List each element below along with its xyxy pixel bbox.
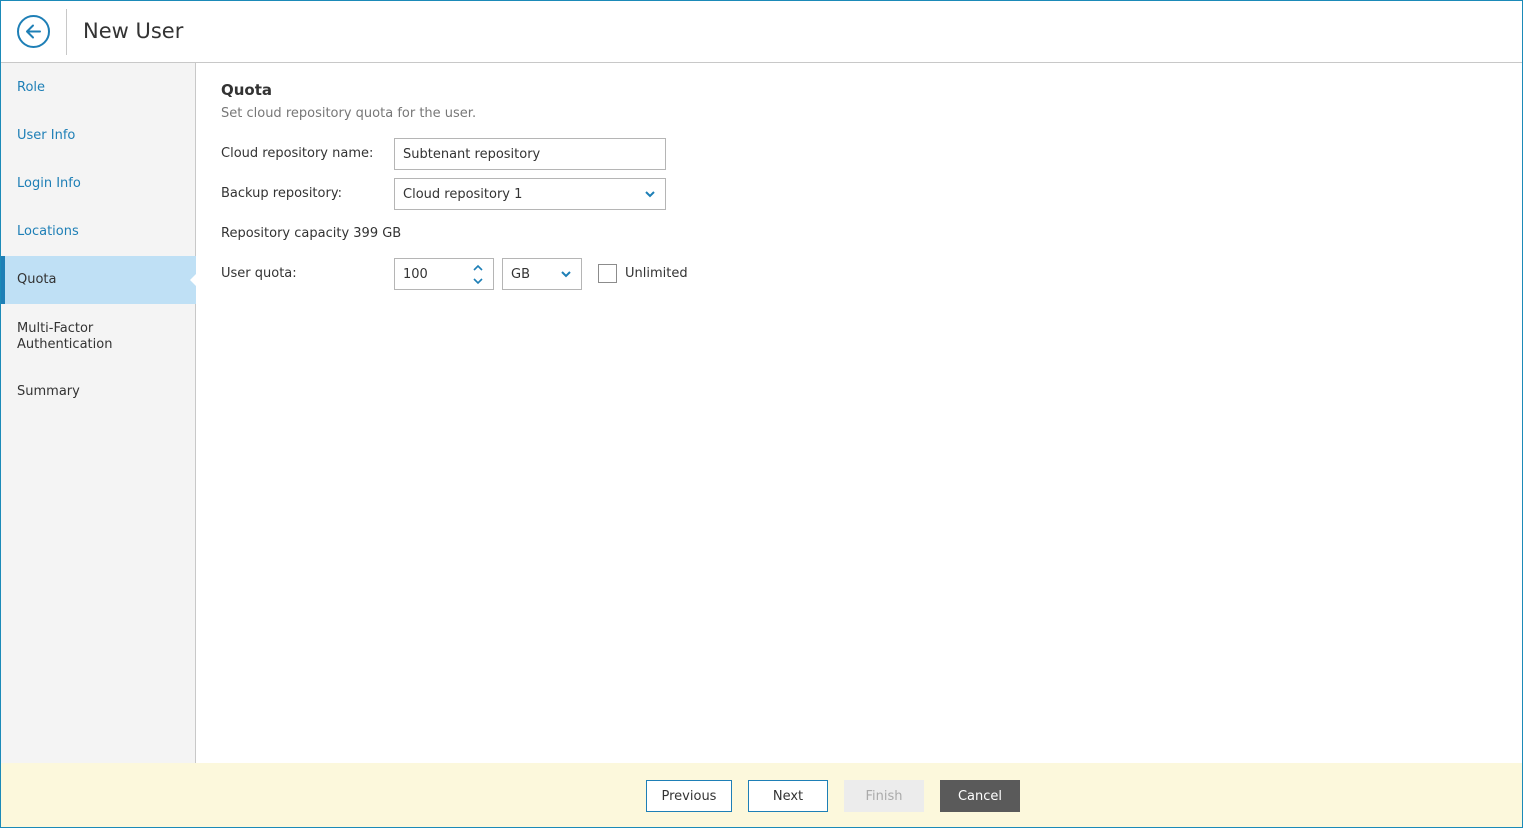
backup-repo-value: Cloud repository 1 — [403, 186, 523, 202]
backup-repo-label: Backup repository: — [221, 186, 342, 201]
finish-button[interactable]: Finish — [844, 780, 924, 812]
wizard-window: New User Role User Info Login Info Locat… — [0, 0, 1523, 828]
wizard-steps-sidebar: Role User Info Login Info Locations Quot… — [1, 63, 197, 763]
stepper-down-button[interactable] — [472, 275, 486, 288]
section-title: Quota — [221, 81, 273, 99]
sidebar-item-label: Login Info — [17, 176, 81, 191]
next-button[interactable]: Next — [748, 780, 828, 812]
quota-unit-select[interactable]: GB — [502, 258, 582, 290]
repository-capacity-text: Repository capacity 399 GB — [221, 226, 402, 241]
sidebar-item-label: Multi-Factor Authentication — [17, 321, 113, 352]
backup-repo-select[interactable]: Cloud repository 1 — [394, 178, 666, 210]
sidebar-item-user-info[interactable]: User Info — [1, 112, 196, 160]
quota-unit-value: GB — [511, 266, 530, 282]
sidebar-item-label: User Info — [17, 128, 76, 143]
header-divider — [66, 9, 67, 55]
cloud-repo-name-input[interactable]: Subtenant repository — [394, 138, 666, 170]
arrow-left-icon — [26, 24, 41, 39]
sidebar-item-multi-factor-authentication[interactable]: Multi-Factor Authentication — [1, 312, 196, 362]
sidebar-item-label: Summary — [17, 384, 80, 399]
chevron-up-icon — [473, 264, 483, 271]
chevron-down-icon — [561, 271, 571, 278]
user-quota-value: 100 — [403, 266, 428, 282]
back-button[interactable] — [17, 15, 50, 48]
sidebar-item-label: Locations — [17, 224, 79, 239]
wizard-header: New User — [1, 1, 1522, 63]
unlimited-checkbox[interactable] — [598, 264, 617, 283]
sidebar-item-quota[interactable]: Quota — [1, 256, 197, 304]
sidebar-item-role[interactable]: Role — [1, 64, 196, 112]
cancel-button[interactable]: Cancel — [940, 780, 1020, 812]
sidebar-item-locations[interactable]: Locations — [1, 208, 196, 256]
chevron-down-icon — [645, 191, 655, 198]
cloud-repo-name-label: Cloud repository name: — [221, 146, 374, 161]
cloud-repo-name-value: Subtenant repository — [403, 146, 541, 162]
user-quota-label: User quota: — [221, 266, 297, 281]
previous-button[interactable]: Previous — [646, 780, 732, 812]
sidebar-item-login-info[interactable]: Login Info — [1, 160, 196, 208]
stepper-up-button[interactable] — [472, 262, 486, 275]
section-description: Set cloud repository quota for the user. — [221, 106, 477, 121]
sidebar-item-label: Quota — [17, 272, 57, 287]
unlimited-label[interactable]: Unlimited — [625, 266, 688, 281]
user-quota-stepper[interactable]: 100 — [394, 258, 494, 290]
sidebar-item-summary[interactable]: Summary — [1, 368, 196, 416]
chevron-down-icon — [473, 278, 483, 285]
quota-step-content: Quota Set cloud repository quota for the… — [197, 63, 1522, 763]
wizard-footer: Previous Next Finish Cancel — [1, 763, 1522, 827]
stepper-arrows — [472, 262, 486, 288]
sidebar-item-label: Role — [17, 80, 46, 95]
page-title: New User — [83, 19, 184, 43]
